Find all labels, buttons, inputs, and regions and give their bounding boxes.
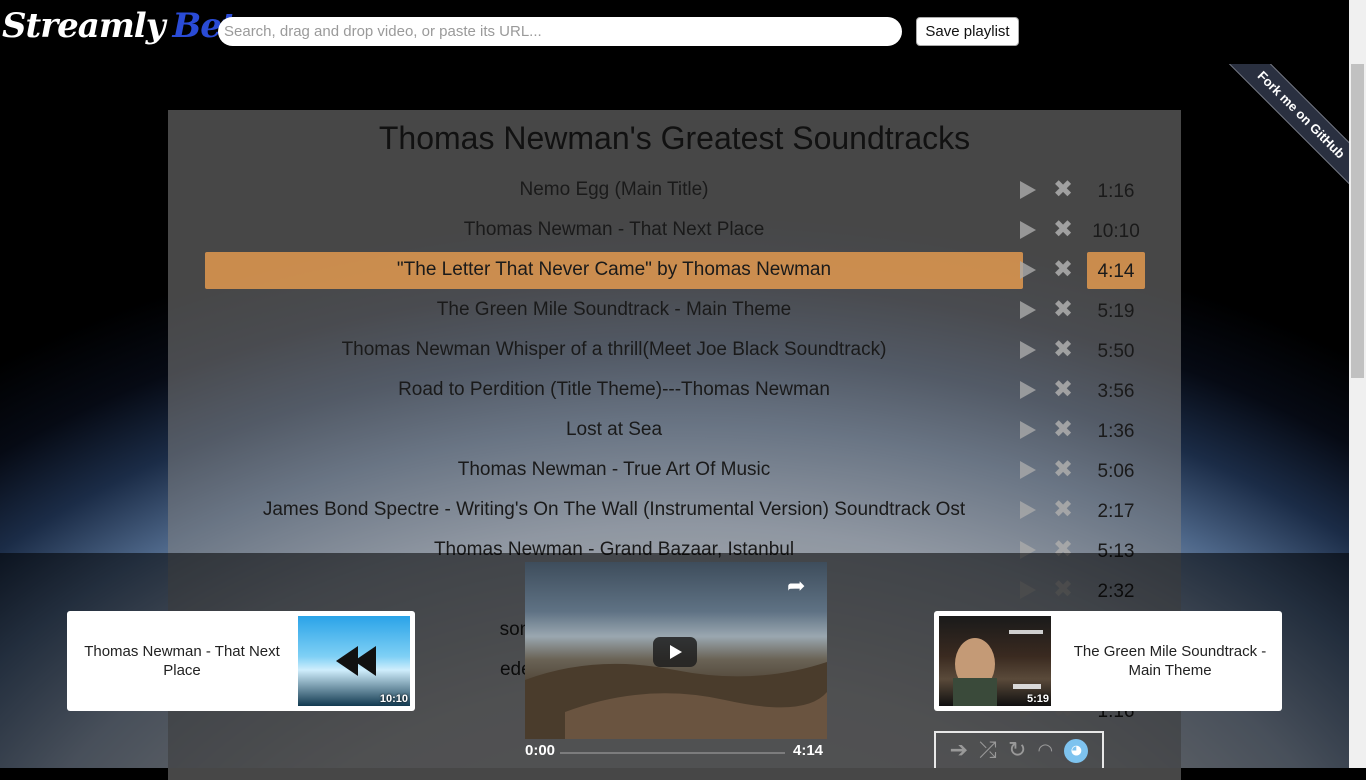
playlist-row-duration: 1:36 xyxy=(1097,421,1135,442)
play-icon[interactable] xyxy=(1020,341,1036,359)
playlist-row-title[interactable]: Lost at Sea xyxy=(205,412,1023,449)
playlist-row-duration: 3:56 xyxy=(1097,381,1135,402)
playlist-row[interactable]: Thomas Newman - That Next Place ✖ 10:10 xyxy=(205,212,1145,249)
search-input[interactable] xyxy=(218,17,902,46)
remove-icon[interactable]: ✖ xyxy=(1053,417,1073,441)
playlist-row[interactable]: "The Letter That Never Came" by Thomas N… xyxy=(205,252,1145,289)
shuffle-icon[interactable]: ⤮ xyxy=(979,739,997,762)
playlist-row-title[interactable]: "The Letter That Never Came" by Thomas N… xyxy=(205,252,1023,289)
playlist-row-duration: 2:17 xyxy=(1097,501,1135,522)
current-time: 0:00 xyxy=(525,742,556,759)
playlist-row[interactable]: Road to Perdition (Title Theme)---Thomas… xyxy=(205,372,1145,409)
remove-icon[interactable]: ✖ xyxy=(1053,217,1073,241)
scrollbar-thumb[interactable] xyxy=(1351,64,1364,378)
play-icon[interactable] xyxy=(1020,261,1036,279)
next-video-card[interactable]: 5:19 The Green Mile Soundtrack - Main Th… xyxy=(934,611,1282,711)
playlist-row[interactable]: The Green Mile Soundtrack - Main Theme ✖ 5… xyxy=(205,292,1145,329)
remove-icon[interactable]: ✖ xyxy=(1053,177,1073,201)
previous-video-card[interactable]: Thomas Newman - That Next Place 10:10 xyxy=(67,611,415,711)
remove-icon[interactable]: ✖ xyxy=(1053,457,1073,481)
playlist-row-title[interactable]: The Green Mile Soundtrack - Main Theme xyxy=(205,292,1023,329)
playlist-row-duration: 5:50 xyxy=(1097,341,1135,362)
playlist-row-title[interactable]: Thomas Newman - True Art Of Music xyxy=(205,452,1023,489)
playlist-row[interactable]: Thomas Newman Whisper of a thrill(Meet J… xyxy=(205,332,1145,369)
previous-video-thumbnail: 10:10 xyxy=(298,616,410,706)
playlist-row-duration: 5:19 xyxy=(1097,301,1135,322)
play-icon[interactable] xyxy=(1020,221,1036,239)
playlist-row-title[interactable]: Thomas Newman Whisper of a thrill(Meet J… xyxy=(205,332,1023,369)
remove-icon[interactable]: ✖ xyxy=(1053,297,1073,321)
scrollbar[interactable] xyxy=(1349,0,1366,768)
previous-video-duration: 10:10 xyxy=(379,693,408,705)
play-icon[interactable] xyxy=(1020,461,1036,479)
reddit-icon[interactable]: ◕ xyxy=(1064,738,1089,763)
logo-text: Streamly xyxy=(2,6,165,46)
save-playlist-button[interactable]: Save playlist xyxy=(916,17,1019,46)
remove-icon[interactable]: ✖ xyxy=(1053,337,1073,361)
repeat-icon[interactable]: ↻ xyxy=(1008,739,1026,762)
video-player[interactable]: ➦ xyxy=(525,562,827,739)
arrow-right-icon[interactable]: ➔ xyxy=(950,739,968,762)
play-icon[interactable] xyxy=(1020,501,1036,519)
next-video-duration: 5:19 xyxy=(1026,693,1049,705)
play-icon[interactable] xyxy=(1020,301,1036,319)
next-video-thumbnail: 5:19 xyxy=(939,616,1051,706)
github-ribbon-label: Fork me on GitHub xyxy=(1205,64,1349,211)
playlist-row-duration: 4:14 xyxy=(1087,252,1145,289)
remove-icon[interactable]: ✖ xyxy=(1053,257,1073,281)
previous-video-title: Thomas Newman - That Next Place xyxy=(84,643,280,679)
playlist-row-duration: 5:06 xyxy=(1097,461,1135,482)
seek-bar[interactable] xyxy=(560,752,785,754)
github-ribbon[interactable]: Fork me on GitHub xyxy=(1199,64,1349,214)
top-bar: StreamlyBeta Save playlist xyxy=(0,0,1366,64)
playlist-row-duration: 1:16 xyxy=(1097,181,1135,202)
playlist-row-title[interactable]: Thomas Newman - That Next Place xyxy=(205,212,1023,249)
playlist-row-title[interactable]: Nemo Egg (Main Title) xyxy=(205,172,1023,209)
remove-icon[interactable]: ✖ xyxy=(1053,377,1073,401)
rss-icon[interactable]: ◠ xyxy=(1038,740,1054,762)
share-icon[interactable]: ➦ xyxy=(787,576,805,598)
playlist-row[interactable]: James Bond Spectre - Writing's On The Wa… xyxy=(205,492,1145,529)
playlist-row-duration: 10:10 xyxy=(1092,221,1140,242)
play-icon[interactable] xyxy=(1020,421,1036,439)
next-video-title: The Green Mile Soundtrack - Main Theme xyxy=(1073,643,1267,679)
playlist-row-title[interactable]: James Bond Spectre - Writing's On The Wa… xyxy=(205,492,1023,529)
remove-icon[interactable]: ✖ xyxy=(1053,497,1073,521)
total-time: 4:14 xyxy=(793,742,824,759)
playlist-row-title[interactable]: Road to Perdition (Title Theme)---Thomas… xyxy=(205,372,1023,409)
playlist-row[interactable]: Lost at Sea ✖ 1:36 xyxy=(205,412,1145,449)
play-icon[interactable] xyxy=(1020,181,1036,199)
player-controls: ➔ ⤮ ↻ ◠ ◕ xyxy=(934,731,1104,768)
playlist-row[interactable]: Thomas Newman - True Art Of Music ✖ 5:06 xyxy=(205,452,1145,489)
playlist-row[interactable]: Nemo Egg (Main Title) ✖ 1:16 xyxy=(205,172,1145,209)
video-play-button[interactable] xyxy=(653,637,697,667)
playlist-title: Thomas Newman's Greatest Soundtracks xyxy=(378,120,971,156)
play-icon[interactable] xyxy=(1020,381,1036,399)
